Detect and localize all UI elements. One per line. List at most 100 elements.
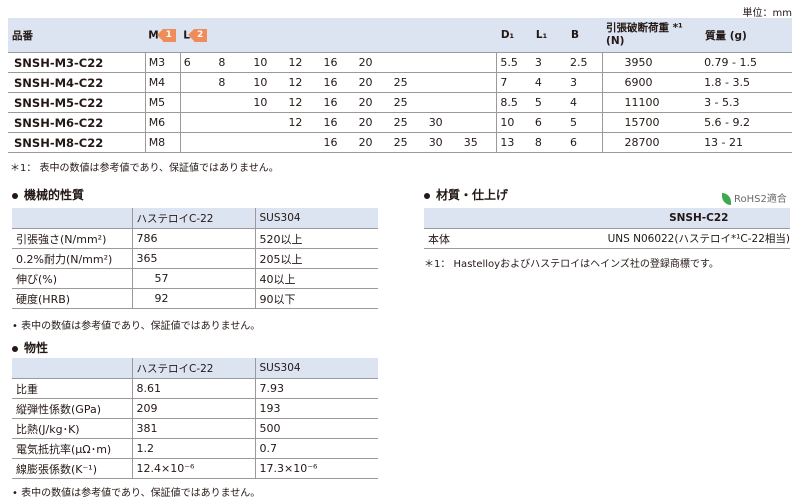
l-cell	[460, 92, 497, 113]
l-cell	[460, 112, 497, 133]
table-row: 硬度(HRB) 92 90以下	[12, 288, 378, 309]
l-cell	[460, 72, 497, 93]
rohs-badge: RoHS2適合	[722, 190, 787, 205]
property-value: 500	[254, 418, 378, 439]
mechanical-section-title: 機械的性質	[12, 186, 84, 203]
header-b: B	[566, 18, 603, 53]
material-note: ＊1： Hastelloyおよびハステロイはヘインズ社の登録商標です。	[424, 259, 719, 270]
m-cell: M8	[144, 132, 181, 153]
l-cell: 20	[355, 72, 391, 93]
m-badge: 1	[156, 28, 176, 42]
d1-cell: 8.5	[496, 92, 532, 113]
part-number-cell: SNSH-M3-C22	[8, 52, 146, 73]
physical-note: • 表中の数値は参考値であり、保証値ではありません。	[12, 488, 261, 499]
header-mass: 質量 (g)	[701, 18, 792, 53]
load-cell: 6900	[601, 72, 702, 93]
mechanical-note: • 表中の数値は参考値であり、保証値ではありません。	[12, 321, 261, 332]
header-cell	[12, 358, 132, 379]
property-value: 90以下	[254, 288, 378, 309]
b-cell: 3	[566, 72, 603, 93]
part-number-cell: SNSH-M5-C22	[8, 92, 146, 113]
l-cell	[390, 52, 426, 73]
header-snsh-c22: SNSH-C22	[603, 208, 790, 229]
material-section-title: 材質・仕上げ	[424, 186, 508, 203]
l-cell: 6	[179, 52, 216, 73]
property-value: 92	[131, 288, 255, 309]
material-value: UNS N06022(ハステロイ*¹C-22相当)	[603, 228, 790, 249]
property-name: 伸び(%)	[12, 268, 132, 289]
l-cell	[179, 132, 216, 153]
property-value: 520以上	[254, 228, 378, 249]
table-row: 線膨張係数(K⁻¹) 12.4×10⁻⁶ 17.3×10⁻⁶	[12, 458, 378, 479]
property-value: 7.93	[254, 378, 378, 399]
d1-cell: 10	[496, 112, 532, 133]
m-cell: M3	[144, 52, 181, 73]
m-cell: M4	[144, 72, 181, 93]
header-cell	[12, 208, 132, 229]
l-cell	[215, 112, 251, 133]
main-table-note: ＊1： 表中の数値は参考値であり、保証値ではありません。	[10, 163, 279, 174]
l1-cell: 3	[531, 52, 567, 73]
table-header-row: SNSH-C22	[424, 208, 790, 229]
header-hastelloy: ハステロイC-22	[131, 208, 255, 229]
l-cell: 25	[390, 132, 426, 153]
mass-cell: 5.6 - 9.2	[701, 112, 792, 133]
l-cell: 35	[460, 132, 497, 153]
l-cell	[250, 132, 286, 153]
table-row: 引張強さ(N/mm²) 786 520以上	[12, 228, 378, 249]
d1-cell: 7	[496, 72, 532, 93]
mass-cell: 3 - 5.3	[701, 92, 792, 113]
l-cell: 16	[320, 52, 356, 73]
property-value: 0.7	[254, 438, 378, 459]
bullet-dot-icon	[12, 192, 18, 199]
property-value: 57	[131, 268, 255, 289]
mass-cell: 0.79 - 1.5	[701, 52, 792, 73]
property-name: 硬度(HRB)	[12, 288, 132, 309]
bullet-dot-icon	[424, 192, 430, 199]
l-cell: 25	[390, 112, 426, 133]
property-value: 193	[254, 398, 378, 419]
part-number-cell: SNSH-M8-C22	[8, 132, 146, 153]
unit-label: 単位：mm	[742, 8, 792, 19]
load-cell: 15700	[601, 112, 702, 133]
property-name: 電気抵抗率(μΩ･m)	[12, 438, 132, 459]
l-cell	[215, 92, 251, 113]
property-name: 比重	[12, 378, 132, 399]
b-cell: 6	[566, 132, 603, 153]
load-cell: 3950	[601, 52, 702, 73]
m-cell: M5	[144, 92, 181, 113]
table-header-row: 品番 M1 L2 D₁ L₁ B 引張破断荷重 *¹ (N) 質量 (g)	[8, 18, 792, 53]
material-table: SNSH-C22 本体 UNS N06022(ハステロイ*¹C-22相当)	[424, 208, 790, 249]
l-cell: 12	[285, 112, 321, 133]
l-cell	[179, 112, 216, 133]
product-spec-table: 品番 M1 L2 D₁ L₁ B 引張破断荷重 *¹ (N) 質量 (g) SNS…	[8, 18, 792, 153]
mechanical-properties-table: ハステロイC-22 SUS304 引張強さ(N/mm²) 786 520以上 0.2%…	[12, 208, 378, 309]
l-cell	[425, 52, 461, 73]
header-l1: L₁	[531, 18, 567, 53]
table-row: SNSH-M8-C22 M8 16 20 25 30 35 13 8 6 28700 13 - 21	[8, 132, 792, 153]
property-value: 209	[131, 398, 255, 419]
l-cell: 20	[355, 92, 391, 113]
property-name: 引張強さ(N/mm²)	[12, 228, 132, 249]
part-number-cell: SNSH-M6-C22	[8, 112, 146, 133]
l-cell: 12	[285, 52, 321, 73]
d1-cell: 13	[496, 132, 532, 153]
l-cell: 25	[390, 72, 426, 93]
l-cell: 30	[425, 132, 461, 153]
leaf-icon	[722, 193, 731, 205]
l1-cell: 8	[531, 132, 567, 153]
property-value: 40以上	[254, 268, 378, 289]
l-cell: 16	[320, 72, 356, 93]
l-cell: 16	[320, 112, 356, 133]
l-cell	[250, 112, 286, 133]
l-cell	[179, 72, 216, 93]
table-row: SNSH-M4-C22 M4 8 10 12 16 20 25 7 4 3 6900 1.8 - 3.5	[8, 72, 792, 93]
header-l: L2	[180, 18, 497, 53]
property-value: 8.61	[131, 378, 255, 399]
table-row: 本体 UNS N06022(ハステロイ*¹C-22相当)	[424, 228, 790, 249]
d1-cell: 5.5	[496, 52, 532, 73]
l-cell: 10	[250, 92, 286, 113]
table-header-row: ハステロイC-22 SUS304	[12, 358, 378, 379]
b-cell: 2.5	[566, 52, 603, 73]
l-cell: 20	[355, 52, 391, 73]
